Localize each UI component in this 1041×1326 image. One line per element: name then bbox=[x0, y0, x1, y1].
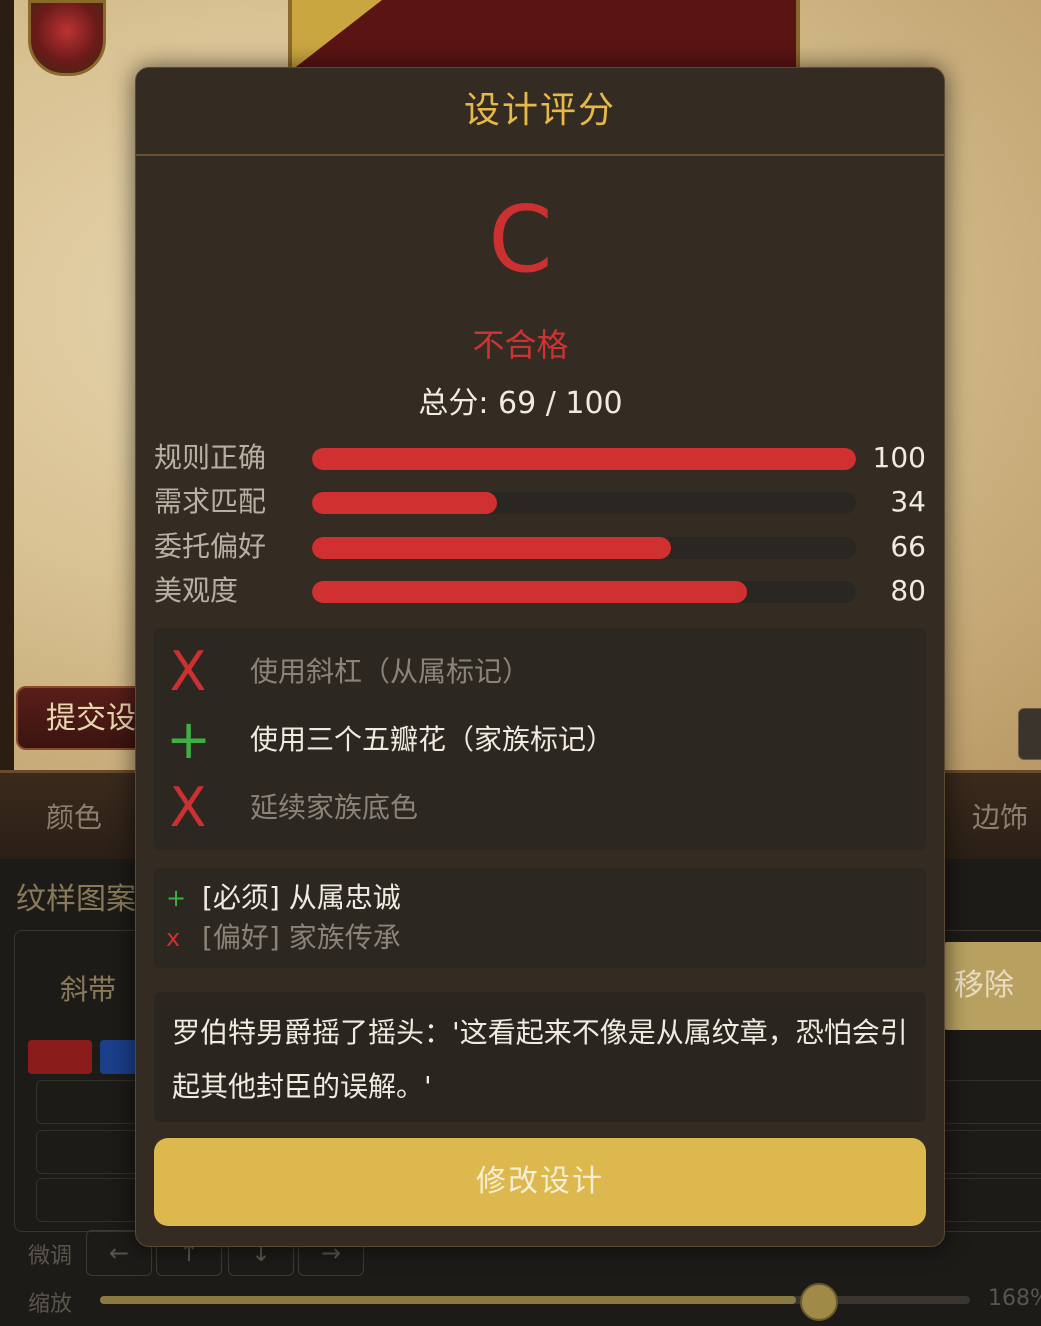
verdict-text: 不合格 bbox=[472, 326, 569, 364]
score-bar-track bbox=[312, 581, 856, 603]
requirement-text: [偏好] 家族传承 bbox=[202, 921, 401, 954]
tab-border[interactable]: 边饰 bbox=[972, 796, 1028, 836]
requirement-item: + [必须] 从属忠诚 bbox=[154, 878, 926, 918]
cross-icon: X bbox=[169, 776, 207, 839]
side-collapse-button[interactable] bbox=[1018, 708, 1041, 760]
score-bar-fill bbox=[312, 581, 748, 603]
tab-color[interactable]: 颜色 bbox=[46, 796, 102, 836]
zoom-slider-fill bbox=[100, 1296, 796, 1304]
score-row-needs: 需求匹配 34 bbox=[154, 482, 926, 522]
revise-design-button[interactable]: 修改设计 bbox=[154, 1138, 926, 1226]
score-row-rules: 规则正确 100 bbox=[154, 438, 926, 478]
score-value: 100 bbox=[872, 441, 926, 474]
total-score: 总分: 69 / 100 bbox=[418, 386, 623, 421]
score-bar-track bbox=[312, 492, 856, 514]
checklist-item-text: 使用斜杠（从属标记） bbox=[250, 655, 531, 688]
nudge-label: 微调 bbox=[28, 1244, 73, 1269]
checklist-item: X 使用斜杠（从属标记） bbox=[154, 642, 926, 702]
cross-icon: x bbox=[166, 924, 181, 952]
requirement-item: x [偏好] 家族传承 bbox=[154, 918, 926, 958]
score-label: 委托偏好 bbox=[154, 530, 267, 563]
score-row-preference: 委托偏好 66 bbox=[154, 527, 926, 567]
grade-letter: C bbox=[488, 186, 553, 293]
crest-emblem-icon bbox=[28, 0, 106, 76]
score-bar-track bbox=[312, 448, 856, 470]
plus-icon: + bbox=[166, 884, 187, 912]
requirement-text: [必须] 从属忠诚 bbox=[202, 881, 401, 914]
cross-icon: X bbox=[169, 640, 207, 703]
score-bar-fill bbox=[312, 448, 856, 470]
checklist-item-text: 使用三个五瓣花（家族标记） bbox=[250, 723, 615, 756]
score-label: 美观度 bbox=[154, 574, 239, 607]
modal-title: 设计评分 bbox=[463, 90, 616, 131]
client-feedback-quote: 罗伯特男爵摇了摇头：'这看起来不像是从属纹章，恐怕会引起其他封臣的误解。' bbox=[154, 992, 926, 1122]
color-swatch-blue[interactable] bbox=[100, 1040, 140, 1074]
checklist-item: + 使用三个五瓣花（家族标记） bbox=[154, 710, 926, 770]
score-row-aesthetics: 美观度 80 bbox=[154, 571, 926, 611]
score-bar-track bbox=[312, 537, 856, 559]
remove-button[interactable]: 移除 bbox=[940, 942, 1041, 1030]
requirement-list: + [必须] 从属忠诚 x [偏好] 家族传承 bbox=[154, 868, 926, 968]
zoom-value: 168% bbox=[988, 1286, 1041, 1311]
zoom-slider-handle[interactable] bbox=[800, 1283, 838, 1321]
score-bar-fill bbox=[312, 492, 497, 514]
zoom-slider-track[interactable] bbox=[100, 1296, 970, 1304]
checklist-item: X 延续家族底色 bbox=[154, 778, 926, 838]
element-checklist: X 使用斜杠（从属标记） + 使用三个五瓣花（家族标记） X 延续家族底色 bbox=[154, 628, 926, 850]
banner-bend-shape bbox=[292, 0, 382, 70]
pattern-section-title: 纹样图案 bbox=[16, 882, 136, 917]
score-value: 34 bbox=[890, 485, 926, 518]
score-value: 66 bbox=[890, 530, 926, 563]
modal-header: 设计评分 bbox=[136, 68, 944, 156]
pattern-item-bend[interactable]: 斜带 bbox=[60, 968, 116, 1008]
score-label: 需求匹配 bbox=[154, 485, 267, 518]
color-swatch-red[interactable] bbox=[28, 1040, 92, 1074]
checklist-item-text: 延续家族底色 bbox=[250, 791, 419, 824]
score-value: 80 bbox=[890, 574, 926, 607]
zoom-label: 缩放 bbox=[28, 1292, 73, 1317]
score-label: 规则正确 bbox=[154, 441, 267, 474]
score-bar-fill bbox=[312, 537, 672, 559]
plus-icon: + bbox=[166, 708, 212, 771]
